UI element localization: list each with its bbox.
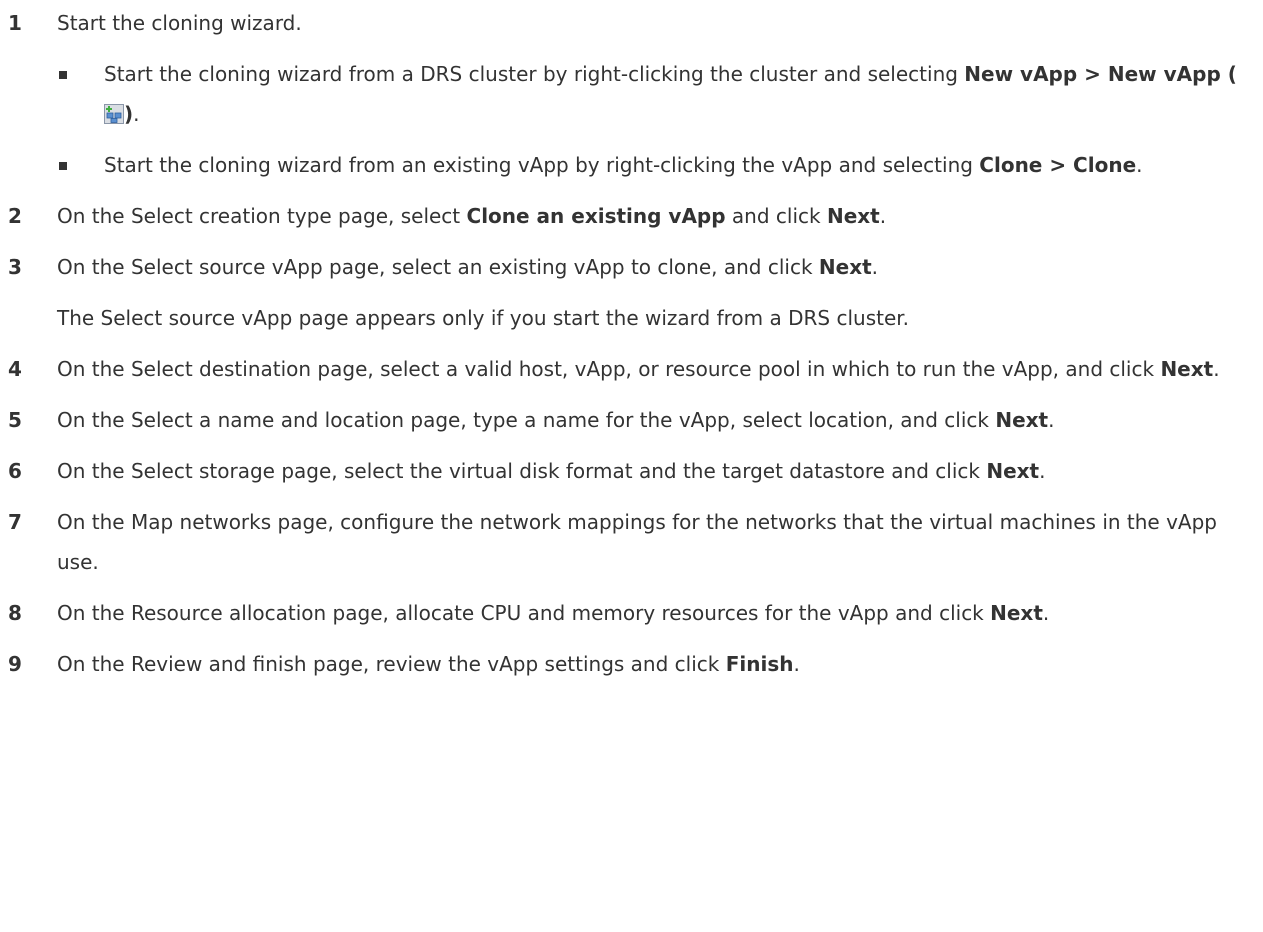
step-1-substeps: Start the cloning wizard from a DRS clus… [0,54,1263,185]
step-number: 9 [8,652,22,676]
step-number: 2 [8,204,22,228]
step-number: 4 [8,357,22,381]
step-number: 7 [8,510,22,534]
step-number: 5 [8,408,22,432]
step-number: 1 [8,11,22,35]
button-name: Next [986,459,1040,483]
button-name: Next [818,255,872,279]
button-name: Next [1160,357,1214,381]
button-name: Next [826,204,880,228]
step-8: 8 On the Resource allocation page, alloc… [0,593,1263,633]
procedure-document: 1 Start the cloning wizard. Start the cl… [0,0,1263,684]
option-name: Clone an existing vApp [466,204,726,228]
list-item: Start the cloning wizard from a DRS clus… [59,54,1255,134]
step-number: 8 [8,601,22,625]
step-7: 7 On the Map networks page, configure th… [0,502,1263,582]
button-name: Finish [725,652,794,676]
step-3: 3 On the Select source vApp page, select… [0,247,1263,287]
step-text: Start the cloning wizard. [57,11,302,35]
step-5: 5 On the Select a name and location page… [0,400,1263,440]
new-vapp-icon [104,97,124,124]
bullet-square-icon [59,162,67,170]
menu-path: Clone > Clone [979,153,1137,177]
step-1: 1 Start the cloning wizard. [0,3,1263,43]
button-name: Next [990,601,1043,625]
step-note: The Select source vApp page appears only… [57,306,910,330]
step-number: 6 [8,459,22,483]
button-name: Next [995,408,1049,432]
step-9: 9 On the Review and finish page, review … [0,644,1263,684]
step-number: 3 [8,255,22,279]
step-6: 6 On the Select storage page, select the… [0,451,1263,491]
step-4: 4 On the Select destination page, select… [0,349,1263,389]
bullet-square-icon [59,71,67,79]
step-2: 2 On the Select creation type page, sele… [0,196,1263,236]
list-item: Start the cloning wizard from an existin… [59,145,1255,185]
